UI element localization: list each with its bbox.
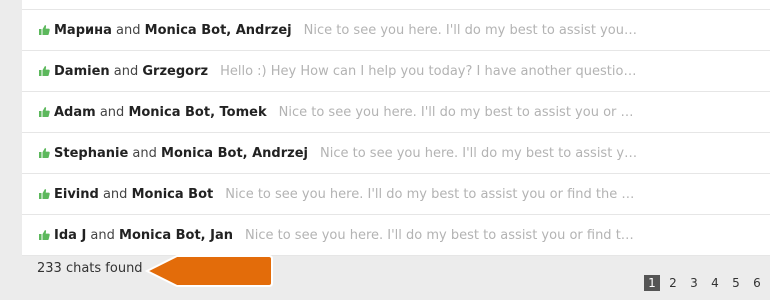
chat-preview: Nice to see you here. I'll do my best to…	[245, 227, 640, 243]
thumbs-up-icon	[38, 24, 50, 36]
page-5-button[interactable]: 5	[728, 275, 744, 291]
page-3-button[interactable]: 3	[686, 275, 702, 291]
chat-list-item[interactable]: Adam and Monica Bot, Tomek Nice to see y…	[22, 92, 770, 133]
page-4-button[interactable]: 4	[707, 275, 723, 291]
thumbs-up-icon	[38, 229, 50, 241]
chat-preview: Nice to see you here. I'll do my best to…	[303, 22, 640, 38]
thumbs-up-icon	[38, 106, 50, 118]
chat-preview: Nice to see you here. I'll do my best to…	[278, 104, 640, 120]
thumbs-up-icon	[38, 65, 50, 77]
chat-participants: Eivind and Monica Bot	[54, 186, 214, 202]
chat-preview: Nice to see you here. I'll do my best to…	[225, 186, 640, 202]
chat-preview: Nice to see you here. I'll do my best to…	[320, 145, 640, 161]
chat-list-item[interactable]: Eivind and Monica Bot Nice to see you he…	[22, 174, 770, 215]
thumbs-up-icon	[38, 147, 50, 159]
page-2-button[interactable]: 2	[665, 275, 681, 291]
chat-participants: Stephanie and Monica Bot, Andrzej	[54, 145, 308, 161]
chat-list-item-partial[interactable]	[22, 0, 770, 10]
chat-list-item[interactable]: Stephanie and Monica Bot, Andrzej Nice t…	[22, 133, 770, 174]
thumbs-up-icon	[38, 188, 50, 200]
chat-participants: Adam and Monica Bot, Tomek	[54, 104, 267, 120]
chat-participants: Damien and Grzegorz	[54, 63, 209, 79]
arrow-pointer-icon	[144, 255, 273, 287]
chat-participants: Ida J and Monica Bot, Jan	[54, 227, 233, 243]
page-6-button[interactable]: 6	[749, 275, 765, 291]
pagination: 1 2 3 4 5 6	[644, 275, 770, 291]
chats-found-count: 233 chats found	[37, 261, 143, 276]
chat-list-item[interactable]: Damien and Grzegorz Hello :) Hey How can…	[22, 51, 770, 92]
chat-participants: Марина and Monica Bot, Andrzej	[54, 22, 292, 38]
chat-list: Марина and Monica Bot, Andrzej Nice to s…	[22, 0, 770, 256]
page-1-button[interactable]: 1	[644, 275, 660, 291]
chat-preview: Hello :) Hey How can I help you today? I…	[220, 63, 640, 79]
chat-list-item[interactable]: Марина and Monica Bot, Andrzej Nice to s…	[22, 10, 770, 51]
chat-list-item[interactable]: Ida J and Monica Bot, Jan Nice to see yo…	[22, 215, 770, 256]
